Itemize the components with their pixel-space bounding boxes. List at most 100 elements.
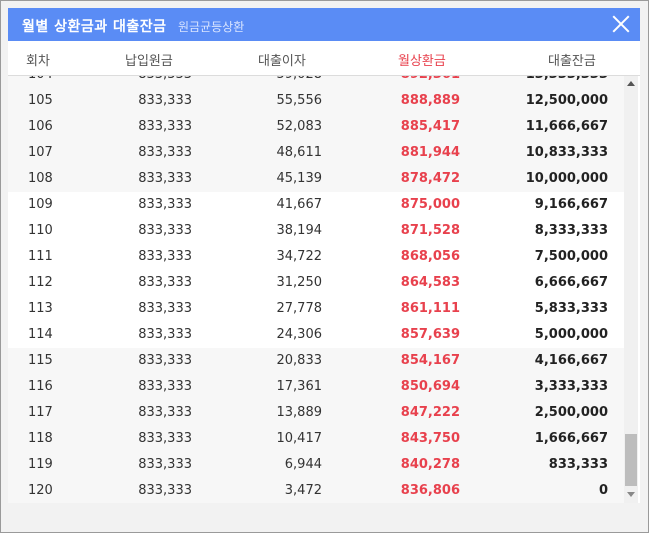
round-cell: 117 [28, 405, 53, 420]
monthly-payment-cell: 854,167 [400, 353, 460, 368]
table-row: 107 833,333 48,611 881,944 10,833,333 [8, 140, 624, 166]
monthly-payment-cell: 847,222 [400, 405, 460, 420]
dialog-subtitle: 원금균등상환 [178, 20, 245, 34]
monthly-payment-cell: 892,361 [401, 76, 460, 82]
balance-cell: 4,166,667 [534, 353, 608, 368]
balance-cell: 0 [598, 483, 608, 498]
column-header-balance: 대출잔금 [548, 54, 596, 69]
balance-cell: 1,666,667 [534, 431, 608, 446]
balance-cell: 13,333,333 [526, 76, 608, 82]
interest-cell: 20,833 [276, 353, 323, 368]
table-row: 106 833,333 52,083 885,417 11,666,667 [8, 114, 624, 140]
monthly-payment-cell: 868,056 [400, 249, 460, 264]
monthly-payment-cell: 885,417 [400, 119, 460, 134]
round-cell: 115 [28, 353, 53, 368]
balance-cell: 5,000,000 [534, 327, 608, 342]
balance-cell: 7,500,000 [534, 249, 608, 264]
table-row: 109 833,333 41,667 875,000 9,166,667 [8, 192, 624, 218]
monthly-payment-cell: 888,889 [400, 93, 460, 108]
principal-cell: 833,333 [138, 275, 192, 290]
interest-cell: 24,306 [276, 327, 323, 342]
round-cell: 113 [28, 301, 53, 316]
monthly-payment-cell: 864,583 [400, 275, 460, 290]
round-cell: 104 [28, 76, 53, 82]
round-cell: 116 [28, 379, 53, 394]
interest-cell: 41,667 [276, 197, 323, 212]
table-rows: 104 833,333 59,028 892,361 13,333,333 105 833,… [8, 76, 624, 503]
balance-cell: 6,666,667 [534, 275, 608, 290]
round-cell: 112 [28, 275, 53, 290]
balance-cell: 8,333,333 [534, 223, 608, 238]
column-header-principal: 납입원금 [125, 54, 173, 69]
principal-cell: 833,333 [138, 171, 192, 186]
round-cell: 108 [28, 171, 53, 186]
round-cell: 111 [28, 249, 53, 264]
round-cell: 114 [28, 327, 53, 342]
balance-cell: 833,333 [548, 457, 608, 472]
column-header-interest: 대출이자 [258, 54, 306, 69]
principal-cell: 833,333 [138, 76, 192, 82]
monthly-payment-cell: 875,000 [400, 197, 460, 212]
monthly-payment-cell: 850,694 [400, 379, 460, 394]
interest-cell: 38,194 [276, 223, 323, 238]
principal-cell: 833,333 [138, 483, 192, 498]
scrollbar-thumb[interactable] [625, 434, 637, 486]
table-row: 111 833,333 34,722 868,056 7,500,000 [8, 244, 624, 270]
monthly-payment-cell: 871,528 [400, 223, 460, 238]
table-row: 118 833,333 10,417 843,750 1,666,667 [8, 426, 624, 452]
interest-cell: 52,083 [276, 119, 323, 134]
table-row: 119 833,333 6,944 840,278 833,333 [8, 452, 624, 478]
principal-cell: 833,333 [138, 431, 192, 446]
monthly-payment-cell: 840,278 [400, 457, 460, 472]
dialog-title: 월별 상환금과 대출잔금 [22, 19, 167, 35]
interest-cell: 48,611 [276, 145, 323, 160]
balance-cell: 3,333,333 [534, 379, 608, 394]
balance-cell: 5,833,333 [534, 301, 608, 316]
vertical-scrollbar[interactable] [624, 76, 638, 503]
table-row: 113 833,333 27,778 861,111 5,833,333 [8, 296, 624, 322]
round-cell: 120 [28, 483, 53, 498]
column-header-monthly-payment: 월상환금 [398, 54, 446, 69]
principal-cell: 833,333 [138, 353, 192, 368]
interest-cell: 13,889 [276, 405, 323, 420]
principal-cell: 833,333 [138, 379, 192, 394]
principal-cell: 833,333 [138, 93, 192, 108]
monthly-payment-cell: 857,639 [400, 327, 460, 342]
close-icon[interactable] [612, 15, 630, 33]
round-cell: 109 [28, 197, 53, 212]
table-header: 회차 납입원금 대출이자 월상환금 대출잔금 [8, 41, 640, 76]
interest-cell: 17,361 [276, 379, 323, 394]
monthly-payment-cell: 881,944 [400, 145, 460, 160]
round-cell: 106 [28, 119, 53, 134]
interest-cell: 6,944 [284, 457, 322, 472]
table-body[interactable]: 104 833,333 59,028 892,361 13,333,333 105 833,… [8, 76, 624, 503]
interest-cell: 59,028 [277, 76, 323, 82]
principal-cell: 833,333 [138, 457, 192, 472]
balance-cell: 9,166,667 [534, 197, 608, 212]
principal-cell: 833,333 [138, 223, 192, 238]
principal-cell: 833,333 [138, 145, 192, 160]
round-cell: 107 [28, 145, 53, 160]
monthly-payment-cell: 836,806 [400, 483, 460, 498]
interest-cell: 45,139 [276, 171, 323, 186]
table-row: 114 833,333 24,306 857,639 5,000,000 [8, 322, 624, 348]
interest-cell: 27,778 [276, 301, 323, 316]
balance-cell: 10,833,333 [525, 145, 608, 160]
principal-cell: 833,333 [138, 119, 192, 134]
dialog-header: 월별 상환금과 대출잔금 원금균등상환 [8, 8, 640, 41]
monthly-payment-cell: 843,750 [400, 431, 460, 446]
table-row: 120 833,333 3,472 836,806 0 [8, 478, 624, 503]
round-cell: 118 [28, 431, 53, 446]
column-header-round: 회차 [26, 54, 50, 69]
balance-cell: 10,000,000 [525, 171, 608, 186]
principal-cell: 833,333 [138, 301, 192, 316]
interest-cell: 31,250 [276, 275, 323, 290]
scroll-down-arrow-icon[interactable] [627, 492, 635, 497]
monthly-payment-cell: 878,472 [400, 171, 460, 186]
scroll-up-arrow-icon[interactable] [627, 81, 635, 86]
balance-cell: 11,666,667 [525, 119, 608, 134]
table-row: 112 833,333 31,250 864,583 6,666,667 [8, 270, 624, 296]
interest-cell: 10,417 [276, 431, 323, 446]
table-row: 104 833,333 59,028 892,361 13,333,333 [8, 76, 624, 88]
principal-cell: 833,333 [138, 249, 192, 264]
